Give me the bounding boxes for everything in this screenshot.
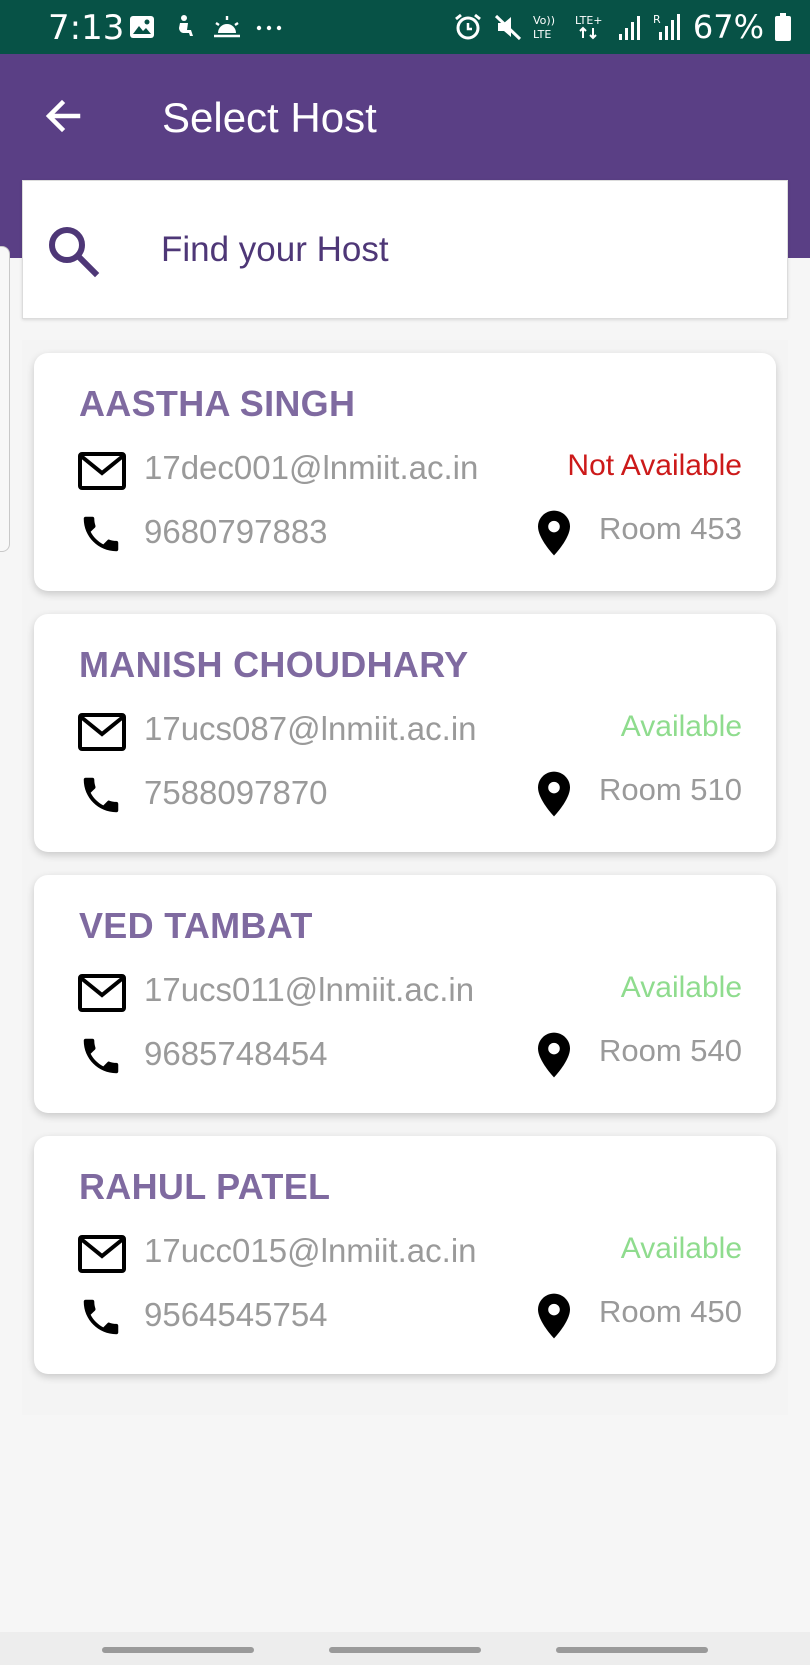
volte-icon: Vo))LTE xyxy=(533,14,555,41)
host-name: AASTHA SINGH xyxy=(79,383,356,424)
host-phone: 7588097870 xyxy=(144,774,328,811)
mute-icon xyxy=(494,14,521,41)
search-icon[interactable] xyxy=(41,219,105,283)
image-icon xyxy=(128,13,156,41)
location-pin-icon xyxy=(538,510,570,556)
availability-status: Available xyxy=(620,971,742,1004)
status-right: Vo)) LTE LTE+ R 67% xyxy=(453,8,792,46)
location-pin-icon xyxy=(538,1293,570,1339)
host-email: 17ucs011@lnmiit.ac.in xyxy=(144,971,475,1008)
svg-text:Vo)): Vo)) xyxy=(533,14,555,27)
arrow-back-icon xyxy=(45,99,81,133)
host-room: Room 510 xyxy=(598,772,742,807)
signal-icon xyxy=(618,16,640,40)
signal-roaming-icon: R xyxy=(653,13,680,40)
back-button[interactable] xyxy=(36,88,92,144)
host-card[interactable]: AASTHA SINGH 17dec001@lnmiit.ac.in Not A… xyxy=(34,353,776,591)
battery-icon xyxy=(775,13,791,41)
status-bar: 7:13 Vo)) LTE LTE+ R 67% xyxy=(0,0,810,54)
navigation-bar xyxy=(0,1632,810,1665)
search-card xyxy=(22,180,788,319)
status-left-icons xyxy=(128,12,282,42)
host-room: Room 540 xyxy=(598,1033,742,1068)
email-icon xyxy=(78,452,126,490)
availability-status: Available xyxy=(620,1232,742,1265)
host-name: VED TAMBAT xyxy=(79,905,313,946)
email-icon xyxy=(78,1235,126,1273)
host-phone: 9680797883 xyxy=(144,513,328,550)
svg-text:LTE: LTE xyxy=(533,28,551,41)
nav-recents-button[interactable] xyxy=(102,1647,254,1653)
status-time: 7:13 xyxy=(48,8,125,48)
host-phone: 9564545754 xyxy=(144,1296,328,1333)
host-card[interactable]: VED TAMBAT 17ucs011@lnmiit.ac.in Availab… xyxy=(34,875,776,1113)
email-icon xyxy=(78,713,126,751)
availability-status: Available xyxy=(620,710,742,743)
host-name: RAHUL PATEL xyxy=(79,1166,331,1207)
host-name: MANISH CHOUDHARY xyxy=(79,644,469,685)
phone-icon xyxy=(83,1299,119,1335)
host-card[interactable]: MANISH CHOUDHARY 17ucs087@lnmiit.ac.in A… xyxy=(34,614,776,852)
nav-back-button[interactable] xyxy=(556,1647,708,1653)
host-email: 17dec001@lnmiit.ac.in xyxy=(144,449,479,486)
host-card[interactable]: RAHUL PATEL 17ucc015@lnmiit.ac.in Availa… xyxy=(34,1136,776,1374)
location-pin-icon xyxy=(538,771,570,817)
battery-percent: 67% xyxy=(692,8,764,46)
host-room: Room 450 xyxy=(598,1294,742,1329)
email-icon xyxy=(78,974,126,1012)
accessibility-icon xyxy=(170,13,198,41)
nav-home-button[interactable] xyxy=(329,1647,481,1653)
svg-text:LTE+: LTE+ xyxy=(575,14,603,27)
host-email: 17ucc015@lnmiit.ac.in xyxy=(144,1232,477,1269)
alarm-icon xyxy=(454,13,481,40)
host-room: Room 453 xyxy=(598,511,742,546)
search-input[interactable] xyxy=(161,217,741,283)
host-email: 17ucs087@lnmiit.ac.in xyxy=(144,710,477,747)
drawer-edge[interactable] xyxy=(0,246,10,552)
lte-icon: LTE+ xyxy=(575,14,603,40)
availability-status: Not Available xyxy=(567,449,742,482)
location-pin-icon xyxy=(538,1032,570,1078)
page-title: Select Host xyxy=(162,94,377,141)
more-dots-icon xyxy=(254,13,282,41)
weather-sunrise-icon xyxy=(212,13,240,41)
svg-text:R: R xyxy=(653,13,661,26)
phone-icon xyxy=(83,1038,119,1074)
phone-icon xyxy=(83,777,119,813)
host-phone: 9685748454 xyxy=(144,1035,328,1072)
phone-icon xyxy=(83,516,119,552)
